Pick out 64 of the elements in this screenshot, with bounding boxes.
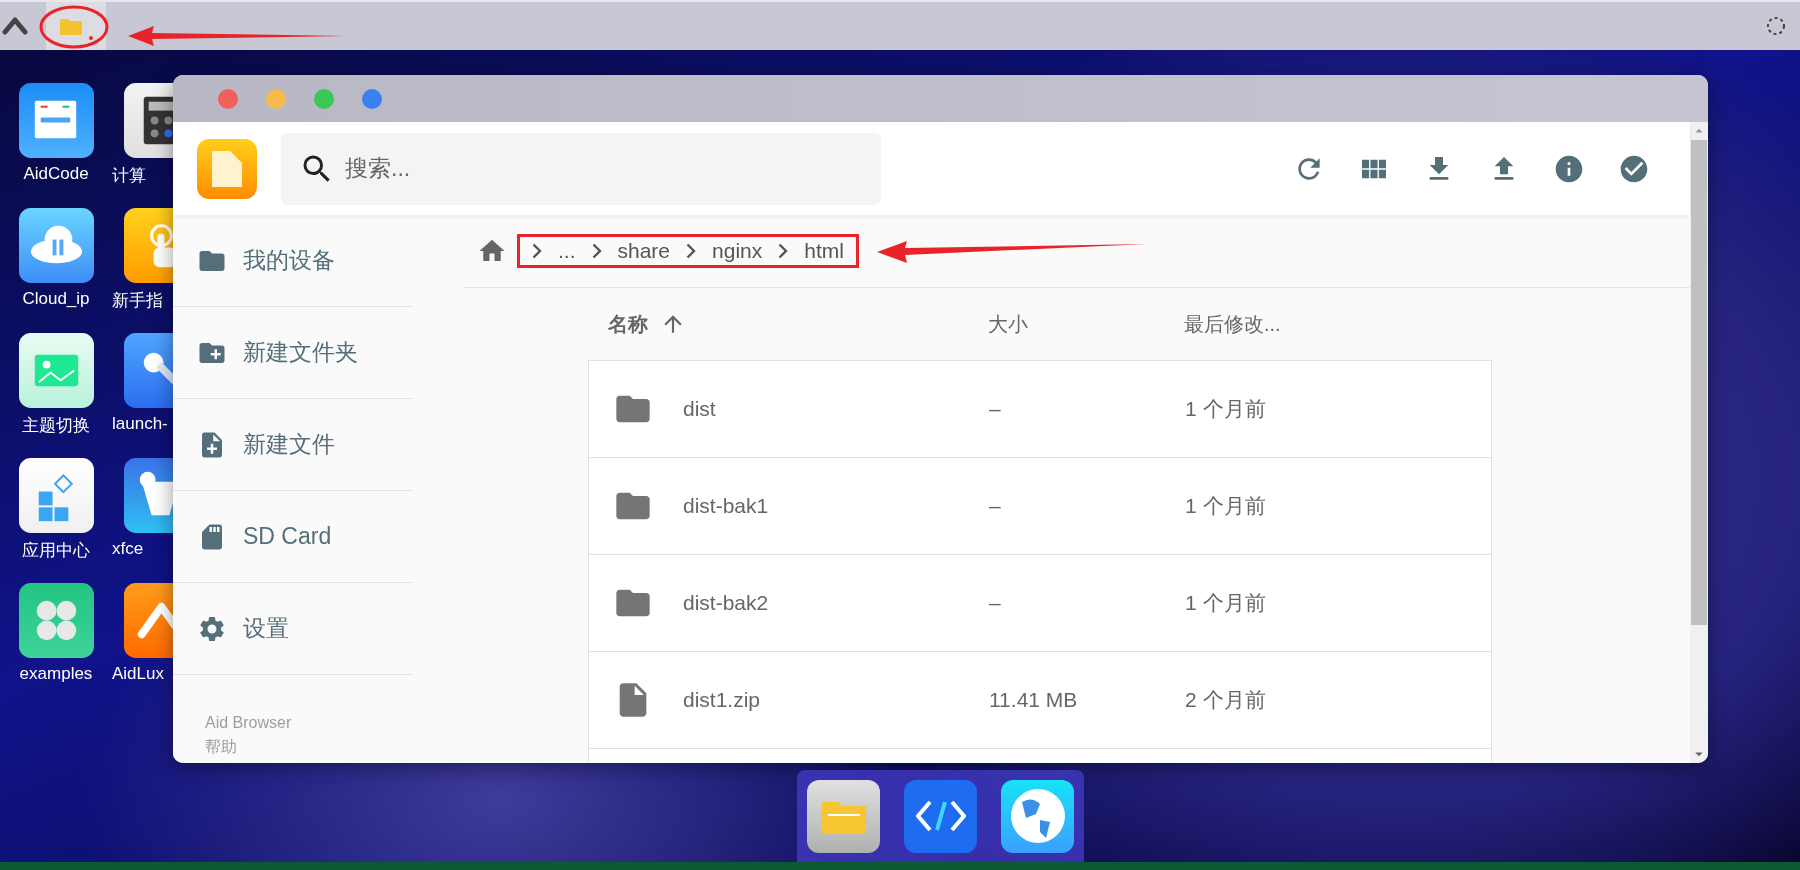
search-field[interactable]: 搜索... [281,132,881,205]
breadcrumb-link[interactable]: nginx [708,239,767,263]
file-name: dist [683,397,716,421]
chevron-icon [686,243,697,259]
sidebar-item[interactable]: 设置 [173,583,413,675]
app-icon[interactable] [18,333,94,408]
app-label: 应用中心 [22,540,90,562]
column-header[interactable]: 大小 [988,310,1184,338]
file-size: – [989,397,1002,421]
file-row[interactable]: dist-bak2 – 1 个月前 [589,555,1491,652]
file-name: dist1.zip [683,688,761,712]
browser-button[interactable] [1001,779,1074,853]
app-label: 主题切换 [22,415,90,437]
breadcrumb-link[interactable]: html [800,239,848,263]
file-size: 11.41 MB [989,688,1079,712]
modified-time: 1 个月前 [1185,590,1267,616]
sidebar-item[interactable]: 新建文件夹 [173,307,413,399]
modified-time: 1 个月前 [1185,493,1267,519]
scrollbar[interactable] [1690,122,1708,763]
app-label: 计算 [112,165,146,187]
app-label: AidCode [23,164,89,184]
modified-time: 1 个月前 [1185,396,1267,422]
file-icon [212,150,242,187]
loading-icon[interactable] [1764,14,1788,38]
app-icon[interactable] [18,208,94,283]
chevron-icon [532,243,542,259]
globe-icon [1009,788,1066,844]
app-label: AidLux [112,664,164,684]
file-name: dist-bak1 [683,494,769,518]
chevron-icon [778,243,789,259]
app-icon[interactable] [124,333,173,408]
app-label: 新手指 [112,290,163,312]
notification-dot-icon [89,36,93,40]
app-icon[interactable] [18,83,94,158]
app-label: xfce [112,539,144,559]
scrollbar-thumb[interactable] [1691,140,1707,625]
files-app-button[interactable] [807,779,880,853]
file-row[interactable]: dist – 1 个月前 [589,361,1491,458]
file-size: – [989,494,1002,518]
footer-text: 帮助 [205,737,238,757]
file-size: – [989,591,1002,615]
app-icon[interactable] [18,458,94,533]
sidebar-item[interactable]: 新建文件 [173,399,413,491]
file-name: dist-bak2 [683,591,769,615]
app-icon[interactable] [124,83,173,158]
code-editor-button[interactable] [904,779,977,853]
modified-time: 2 个月前 [1185,687,1267,713]
app-label: Cloud_ip [22,289,90,309]
file-row[interactable]: dist-bak1 – 1 个月前 [589,458,1491,555]
file-row[interactable]: dist1.zip 11.41 MB 2 个月前 [589,652,1491,749]
breadcrumb-link[interactable]: ... [554,239,580,263]
sidebar-item[interactable]: SD Card [173,491,413,583]
breadcrumb-link[interactable]: share [613,239,675,263]
footer-text: Aid Browser [205,713,293,733]
code-icon [915,798,966,834]
column-header[interactable]: 最后修改... [1184,310,1484,338]
app-label: examples [19,664,93,684]
app-icon[interactable] [18,583,94,658]
folder-icon [59,16,83,36]
column-header[interactable]: 名称 [588,310,988,338]
app-label: launch- [112,414,168,434]
annotation-circle [38,4,110,50]
sidebar-item[interactable]: 我的设备 [173,215,413,307]
chevron-icon [591,243,602,259]
